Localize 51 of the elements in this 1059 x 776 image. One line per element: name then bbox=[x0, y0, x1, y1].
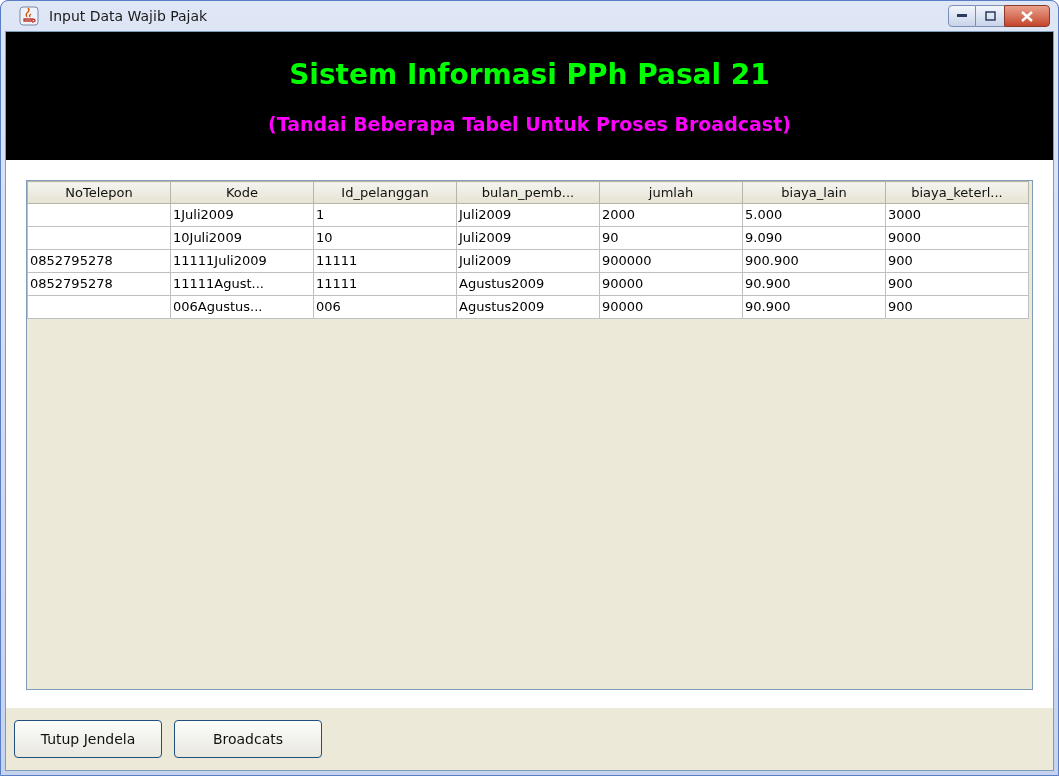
table-cell: 11111 bbox=[313, 249, 457, 273]
table-cell: 90 bbox=[599, 226, 743, 250]
table-cell: Agustus2009 bbox=[456, 295, 600, 319]
table-cell: 3000 bbox=[885, 203, 1029, 227]
app-title: Sistem Informasi PPh Pasal 21 bbox=[289, 56, 770, 93]
table-cell: 006Agustus... bbox=[170, 295, 314, 319]
table-cell: 2000 bbox=[599, 203, 743, 227]
table-cell: 1Juli2009 bbox=[170, 203, 314, 227]
column-header[interactable]: biaya_lain bbox=[742, 181, 886, 204]
window-title: Input Data Wajib Pajak bbox=[49, 6, 208, 26]
column-header[interactable]: biaya_keterl... bbox=[885, 181, 1029, 204]
instruction-text: (Tandai Beberapa Tabel Untuk Proses Broadcast) bbox=[268, 111, 791, 137]
column-header[interactable]: Id_pelanggan bbox=[313, 181, 457, 204]
table-cell: 11111Agust... bbox=[170, 272, 314, 296]
column-header[interactable]: jumlah bbox=[599, 181, 743, 204]
java-cup-icon bbox=[19, 6, 39, 26]
table-cell: 0852795278 bbox=[27, 272, 171, 296]
table-cell: 006 bbox=[313, 295, 457, 319]
broadcast-button[interactable]: Broadcats bbox=[174, 720, 322, 758]
table-cell: 900 bbox=[885, 272, 1029, 296]
table-cell: 11111Juli2009 bbox=[170, 249, 314, 273]
table-cell: 10Juli2009 bbox=[170, 226, 314, 250]
table-cell: 10 bbox=[313, 226, 457, 250]
table-cell: 90.900 bbox=[742, 272, 886, 296]
table-cell: 11111 bbox=[313, 272, 457, 296]
table-cell: Juli2009 bbox=[456, 226, 600, 250]
table-cell: 1 bbox=[313, 203, 457, 227]
column-header[interactable]: bulan_pemb... bbox=[456, 181, 600, 204]
table-cell: 90000 bbox=[599, 295, 743, 319]
minimize-icon bbox=[957, 14, 967, 18]
minimize-button[interactable] bbox=[948, 5, 976, 27]
table-cell: 90000 bbox=[599, 272, 743, 296]
table-cell: 9000 bbox=[885, 226, 1029, 250]
table-cell: Juli2009 bbox=[456, 249, 600, 273]
table-cell: 900 bbox=[885, 295, 1029, 319]
close-window-button[interactable]: Tutup Jendela bbox=[14, 720, 162, 758]
table-cell: 900 bbox=[885, 249, 1029, 273]
table-cell: 0852795278 bbox=[27, 249, 171, 273]
column-header[interactable]: NoTelepon bbox=[27, 181, 171, 204]
table-cell: 900.900 bbox=[742, 249, 886, 273]
column-header[interactable]: Kode bbox=[170, 181, 314, 204]
close-icon bbox=[1021, 10, 1033, 22]
table-cell: 900000 bbox=[599, 249, 743, 273]
table-cell: 90.900 bbox=[742, 295, 886, 319]
maximize-icon bbox=[984, 11, 996, 21]
table-cell: 9.090 bbox=[742, 226, 886, 250]
table-cell: Agustus2009 bbox=[456, 272, 600, 296]
maximize-button[interactable] bbox=[976, 5, 1004, 27]
close-button[interactable] bbox=[1004, 5, 1050, 27]
table-cell: Juli2009 bbox=[456, 203, 600, 227]
table-cell: 5.000 bbox=[742, 203, 886, 227]
